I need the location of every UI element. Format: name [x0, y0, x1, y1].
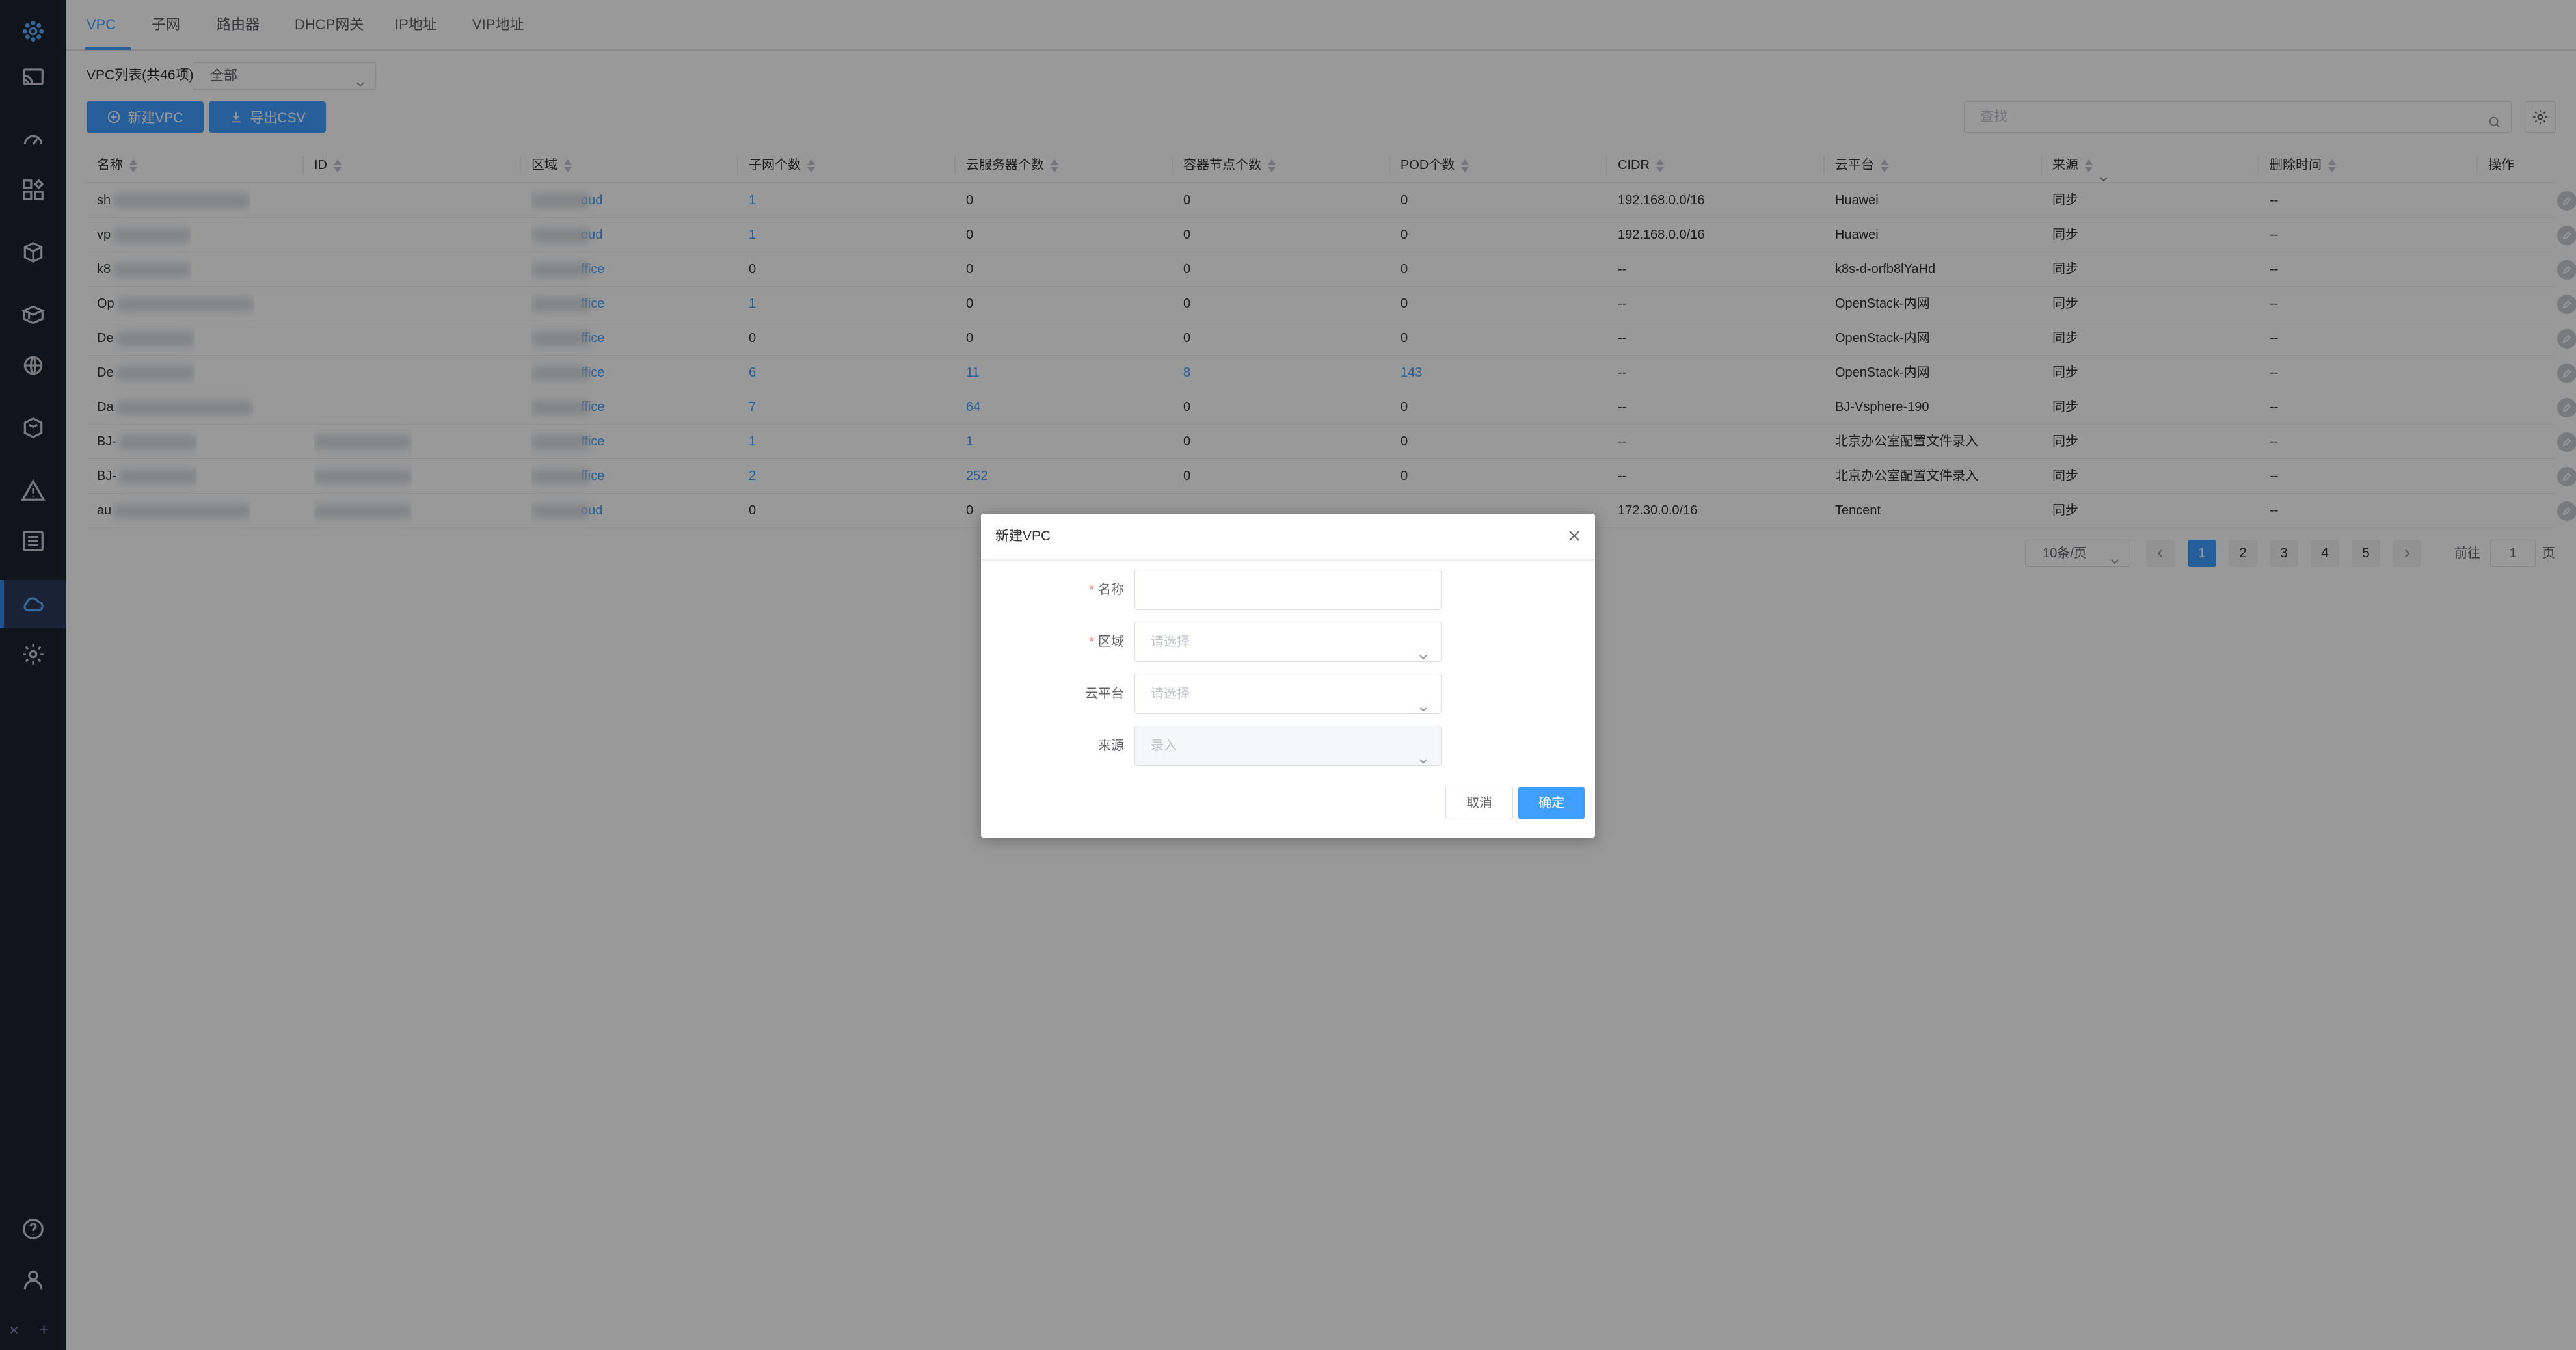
chevron-down-icon	[1419, 742, 1428, 764]
region-placeholder: 请选择	[1151, 635, 1190, 649]
dialog-close-button[interactable]	[1564, 525, 1585, 546]
platform-select[interactable]: 请选择	[1134, 674, 1442, 714]
region-select[interactable]: 请选择	[1134, 622, 1442, 662]
plus-icon[interactable]: +	[39, 1320, 49, 1340]
source-value: 录入	[1151, 739, 1177, 753]
new-vpc-dialog: 新建VPC * 名称 * 区域 请选择 云平台 请选择 来源 录入 取消 确定	[981, 514, 1595, 838]
source-field-label: 来源	[1098, 739, 1124, 753]
sidebar-bottom-controls: × +	[0, 1314, 66, 1350]
source-select: 录入	[1134, 726, 1442, 766]
platform-placeholder: 请选择	[1151, 687, 1190, 701]
platform-field-label: 云平台	[1085, 687, 1124, 701]
name-field-label: * 名称	[1089, 583, 1124, 597]
name-label-text: 名称	[1098, 583, 1124, 597]
close-icon	[1569, 531, 1579, 541]
dialog-divider	[981, 559, 1595, 561]
region-label-text: 区域	[1098, 635, 1124, 649]
confirm-button[interactable]: 确定	[1518, 787, 1585, 819]
close-icon[interactable]: ×	[9, 1320, 19, 1340]
chevron-down-icon	[1419, 638, 1428, 660]
chevron-down-icon	[1419, 690, 1428, 712]
region-field-label: * 区域	[1089, 635, 1124, 649]
cancel-button[interactable]: 取消	[1445, 787, 1513, 819]
dialog-title: 新建VPC	[995, 529, 1051, 544]
name-input[interactable]	[1134, 570, 1442, 610]
